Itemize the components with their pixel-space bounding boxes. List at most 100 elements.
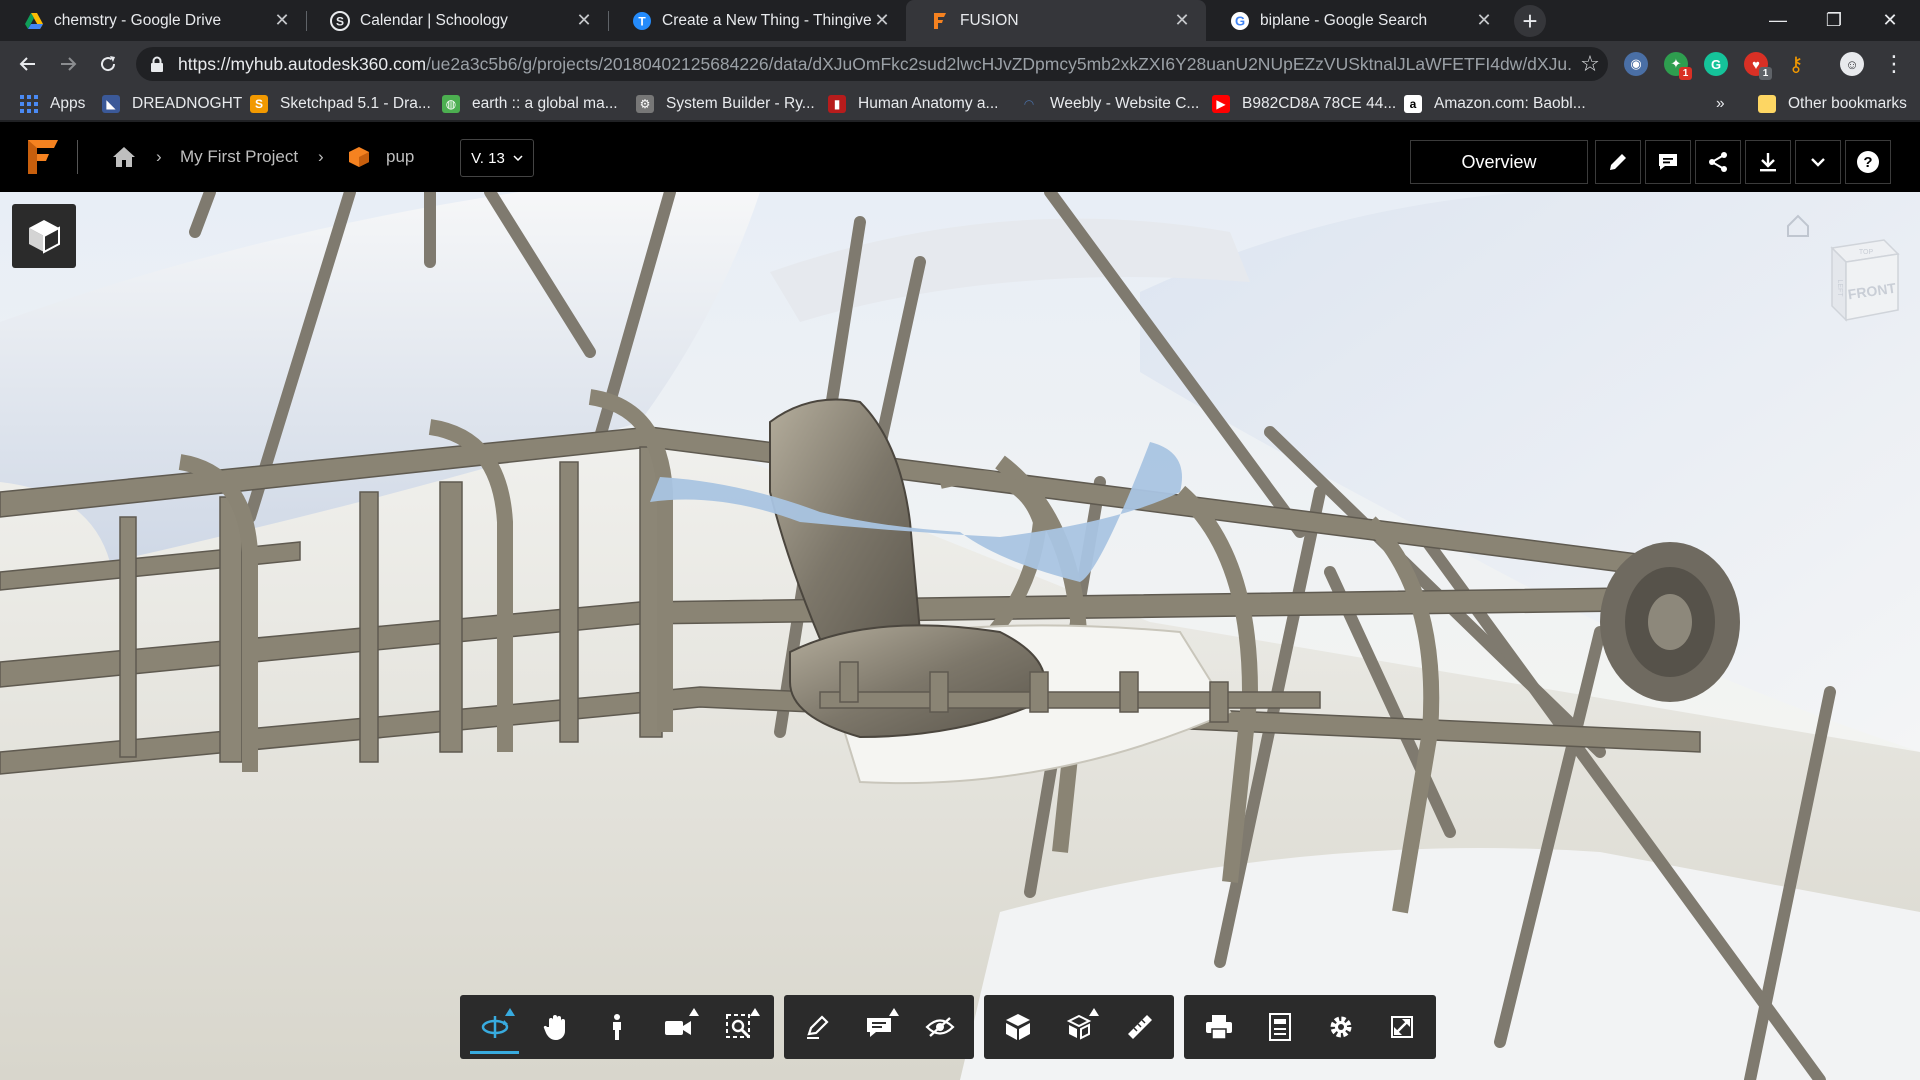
- close-tab-icon[interactable]: ✕: [872, 10, 892, 31]
- help-button[interactable]: ?: [1845, 140, 1891, 184]
- dropdown-indicator: [889, 1008, 900, 1016]
- explode-tool-button[interactable]: [1049, 998, 1110, 1056]
- tab-title: FUSION: [960, 11, 1019, 29]
- measure-tool-button[interactable]: [1109, 998, 1170, 1056]
- tab-thingiverse[interactable]: T Create a New Thing - Thingiverse ✕: [608, 0, 906, 41]
- restore-button[interactable]: ❐: [1806, 0, 1862, 41]
- tab-google-search[interactable]: G biplane - Google Search ✕: [1206, 0, 1508, 41]
- tab-fusion[interactable]: FUSION ✕: [906, 0, 1206, 41]
- bookmark-earth[interactable]: ◍ earth :: a global ma...: [442, 87, 618, 121]
- bookmark-system-builder[interactable]: ⚙ System Builder - Ry...: [636, 87, 815, 121]
- address-bar[interactable]: https://myhub.autodesk360.com/ue2a3c5b6/…: [136, 47, 1608, 81]
- download-icon: [1760, 153, 1776, 172]
- settings-button[interactable]: [1310, 998, 1371, 1056]
- tab-title: Create a New Thing - Thingiverse: [662, 11, 872, 29]
- share-button[interactable]: [1695, 140, 1741, 184]
- earth-icon: ◍: [442, 95, 460, 113]
- more-chevron-icon: [1811, 158, 1825, 167]
- pan-tool-button[interactable]: [525, 998, 586, 1056]
- close-tab-icon[interactable]: ✕: [574, 10, 594, 31]
- grammarly-icon[interactable]: G: [1704, 52, 1728, 76]
- tab-google-drive[interactable]: chemstry - Google Drive ✕: [0, 0, 306, 41]
- bookmark-apps[interactable]: Apps: [20, 87, 85, 121]
- viewcube[interactable]: FRONT TOP LEFT: [1780, 210, 1906, 336]
- tab-schoology[interactable]: S Calendar | Schoology ✕: [306, 0, 608, 41]
- comment-tool-button[interactable]: [849, 998, 910, 1056]
- camera-tool-button[interactable]: [648, 998, 709, 1056]
- home-button[interactable]: [112, 122, 136, 192]
- breadcrumb-separator: ›: [318, 147, 324, 166]
- help-icon: ?: [1857, 151, 1879, 173]
- bookmark-star-icon[interactable]: ☆: [1572, 51, 1608, 77]
- version-dropdown[interactable]: V. 13: [460, 139, 534, 177]
- tab-title: chemstry - Google Drive: [54, 11, 222, 29]
- bookmark-sketchpad[interactable]: S Sketchpad 5.1 - Dra...: [250, 87, 431, 121]
- zoom-window-icon: [726, 1014, 751, 1038]
- biplane-model-render[interactable]: [0, 192, 1920, 1080]
- url-host: https://myhub.autodesk360.com: [178, 53, 427, 74]
- fusion-app-header: › My First Project › pup V. 13 Overview …: [0, 122, 1920, 192]
- youtube-icon: ▶: [1212, 95, 1230, 113]
- print-button[interactable]: [1188, 998, 1249, 1056]
- cube-icon: [29, 220, 60, 254]
- dropdown-indicator: [1089, 1008, 1100, 1016]
- version-label: V. 13: [471, 149, 505, 167]
- minimize-button[interactable]: —: [1750, 0, 1806, 41]
- hide-tool-button[interactable]: [909, 998, 970, 1056]
- bookmark-youtube[interactable]: ▶ B982CD8A 78CE 44...: [1212, 87, 1396, 121]
- model-browser-button[interactable]: [12, 204, 76, 268]
- bookmark-human-anatomy[interactable]: ▮ Human Anatomy a...: [828, 87, 998, 121]
- edit-pencil-icon: [1610, 154, 1626, 170]
- comments-button[interactable]: [1645, 140, 1691, 184]
- dreadnought-icon: ◣: [102, 95, 120, 113]
- measure-ruler-icon: [1127, 1015, 1152, 1039]
- breadcrumb-design[interactable]: pup: [348, 122, 414, 192]
- fullscreen-button[interactable]: [1371, 998, 1432, 1056]
- markup-pencil-button[interactable]: [788, 998, 849, 1056]
- extension-badge: 1: [1679, 67, 1692, 80]
- zoom-window-button[interactable]: [709, 998, 770, 1056]
- close-tab-icon[interactable]: ✕: [1172, 10, 1192, 31]
- key-extension-icon[interactable]: ⚷: [1784, 52, 1808, 76]
- bookmark-weebly[interactable]: ◠ Weebly - Website C...: [1020, 87, 1199, 121]
- forward-button[interactable]: [52, 48, 84, 80]
- bookmark-dreadnought[interactable]: ◣ DREADNOGHT: [102, 87, 242, 121]
- bookmark-label: B982CD8A 78CE 44...: [1242, 95, 1397, 112]
- fusion-logo-icon[interactable]: [24, 138, 60, 176]
- comment-tool-icon: [867, 1018, 891, 1037]
- properties-icon: [1268, 1013, 1291, 1041]
- walk-tool-button[interactable]: [586, 998, 647, 1056]
- svg-text:S: S: [336, 14, 344, 28]
- bookmark-label: Human Anatomy a...: [858, 95, 999, 112]
- breadcrumb-project[interactable]: My First Project: [180, 122, 298, 192]
- edit-button[interactable]: [1595, 140, 1641, 184]
- model-browser-tool-button[interactable]: [988, 998, 1049, 1056]
- new-tab-button[interactable]: +: [1514, 5, 1546, 37]
- hide-eye-icon: [925, 1017, 955, 1037]
- download-button[interactable]: [1745, 140, 1791, 184]
- profile-avatar[interactable]: ☺: [1840, 52, 1864, 76]
- home-view-icon[interactable]: [1787, 214, 1809, 237]
- svg-text:?: ?: [1863, 154, 1872, 171]
- reload-button[interactable]: [92, 48, 124, 80]
- close-tab-icon[interactable]: ✕: [1474, 10, 1494, 31]
- eyes-extension-icon[interactable]: ◉: [1624, 52, 1648, 76]
- properties-button[interactable]: [1249, 998, 1310, 1056]
- bookmark-label: Amazon.com: Baobl...: [1434, 95, 1586, 112]
- close-window-button[interactable]: ✕: [1862, 0, 1918, 41]
- browser-menu-button[interactable]: ⋮: [1878, 48, 1910, 80]
- svg-text:G: G: [1235, 13, 1245, 28]
- overview-button[interactable]: Overview: [1410, 140, 1588, 184]
- puzzle-extension-icon[interactable]: ✦ 1: [1664, 52, 1692, 80]
- back-button[interactable]: [12, 48, 44, 80]
- chevron-down-icon: [513, 155, 523, 161]
- bookmark-amazon[interactable]: a Amazon.com: Baobl...: [1404, 87, 1586, 121]
- close-tab-icon[interactable]: ✕: [272, 10, 292, 31]
- explode-icon: [1066, 1014, 1092, 1040]
- bookmarks-overflow-chevron[interactable]: »: [1716, 87, 1725, 121]
- model-viewport[interactable]: FRONT TOP LEFT: [0, 192, 1920, 1080]
- other-bookmarks-folder[interactable]: Other bookmarks: [1758, 87, 1907, 121]
- shield-extension-icon[interactable]: ♥ 1: [1744, 52, 1772, 80]
- more-actions-button[interactable]: [1795, 140, 1841, 184]
- orbit-tool-button[interactable]: [464, 998, 525, 1056]
